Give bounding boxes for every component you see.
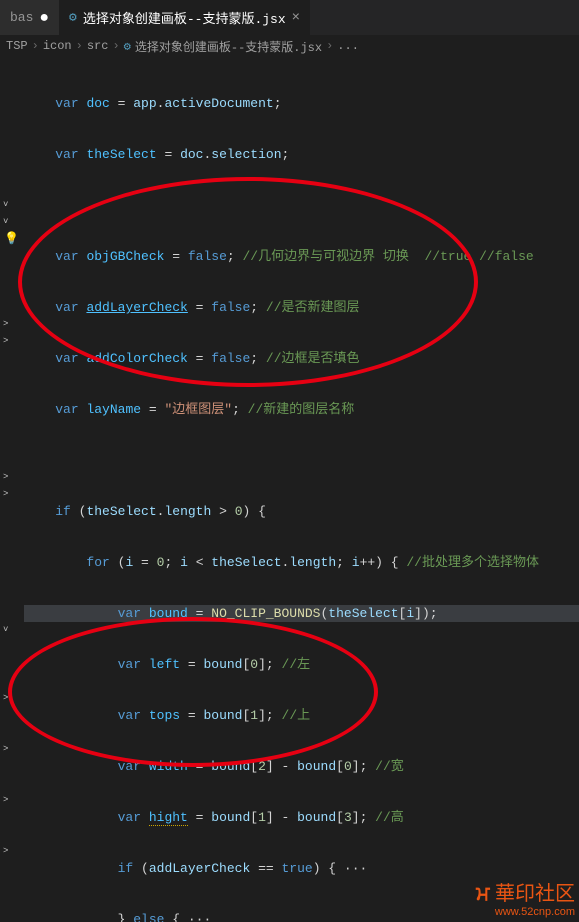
tab-active[interactable]: ⚙ 选择对象创建画板--支持蒙版.jsx × bbox=[59, 0, 310, 35]
breadcrumb-seg: 选择对象创建画板--支持蒙版.jsx bbox=[135, 38, 322, 55]
code-body: var doc = app.activeDocument; var theSel… bbox=[0, 57, 579, 922]
code-line: var width = bound[2] - bound[0]; //宽 bbox=[24, 758, 579, 775]
breadcrumb-seg: icon bbox=[43, 39, 72, 53]
code-line bbox=[24, 197, 579, 214]
code-line: var hight = bound[1] - bound[3]; //高 bbox=[24, 809, 579, 826]
fold-icon[interactable]: ˅ bbox=[3, 200, 8, 210]
fold-icon[interactable]: > bbox=[3, 795, 8, 805]
tab-label: bas bbox=[10, 10, 33, 25]
breadcrumb-tail: ... bbox=[337, 39, 359, 53]
chevron-right-icon: › bbox=[76, 39, 83, 53]
code-line: var left = bound[0]; //左 bbox=[24, 656, 579, 673]
fold-icon[interactable]: > bbox=[3, 336, 8, 346]
fold-icon[interactable]: ˅ bbox=[3, 217, 8, 227]
code-line: var layName = "边框图层"; //新建的图层名称 bbox=[24, 401, 579, 418]
modified-dot-icon: ● bbox=[39, 9, 49, 27]
fold-icon[interactable]: > bbox=[3, 472, 8, 482]
code-editor[interactable]: var doc = app.activeDocument; var theSel… bbox=[0, 57, 579, 922]
fold-icon[interactable]: > bbox=[3, 693, 8, 703]
code-line: } else { ··· bbox=[24, 911, 579, 922]
code-line: var addColorCheck = false; //边框是否填色 bbox=[24, 350, 579, 367]
tab-inactive[interactable]: bas ● bbox=[0, 0, 59, 35]
file-icon: ⚙ bbox=[124, 39, 131, 54]
tab-bar: bas ● ⚙ 选择对象创建画板--支持蒙版.jsx × bbox=[0, 0, 579, 35]
fold-icon[interactable]: > bbox=[3, 744, 8, 754]
breadcrumb-seg: TSP bbox=[6, 39, 28, 53]
close-icon[interactable]: × bbox=[292, 10, 300, 26]
code-line-highlight: var bound = NO_CLIP_BOUNDS(theSelect[i])… bbox=[24, 605, 579, 622]
chevron-right-icon: › bbox=[32, 39, 39, 53]
code-line: var objGBCheck = false; //几何边界与可视边界 切换 /… bbox=[24, 248, 579, 265]
gutter: 💡 ˅ ˅ > > > > ˅ > > > > bbox=[0, 57, 18, 922]
breadcrumb[interactable]: TSP › icon › src › ⚙ 选择对象创建画板--支持蒙版.jsx … bbox=[0, 35, 579, 57]
chevron-right-icon: › bbox=[112, 39, 119, 53]
breadcrumb-seg: src bbox=[87, 39, 109, 53]
code-line: for (i = 0; i < theSelect.length; i++) {… bbox=[24, 554, 579, 571]
code-line bbox=[24, 452, 579, 469]
code-line: var tops = bound[1]; //上 bbox=[24, 707, 579, 724]
fold-icon[interactable]: ˅ bbox=[3, 625, 8, 635]
code-line: if (addLayerCheck == true) { ··· bbox=[24, 860, 579, 877]
tab-label: 选择对象创建画板--支持蒙版.jsx bbox=[83, 8, 286, 27]
lightbulb-icon[interactable]: 💡 bbox=[4, 231, 19, 246]
code-line: var doc = app.activeDocument; bbox=[24, 95, 579, 112]
code-line: if (theSelect.length > 0) { bbox=[24, 503, 579, 520]
fold-icon[interactable]: > bbox=[3, 846, 8, 856]
chevron-right-icon: › bbox=[326, 39, 333, 53]
fold-icon[interactable]: > bbox=[3, 319, 8, 329]
fold-icon[interactable]: > bbox=[3, 489, 8, 499]
code-line: var addLayerCheck = false; //是否新建图层 bbox=[24, 299, 579, 316]
code-line: var theSelect = doc.selection; bbox=[24, 146, 579, 163]
file-icon: ⚙ bbox=[69, 10, 77, 25]
